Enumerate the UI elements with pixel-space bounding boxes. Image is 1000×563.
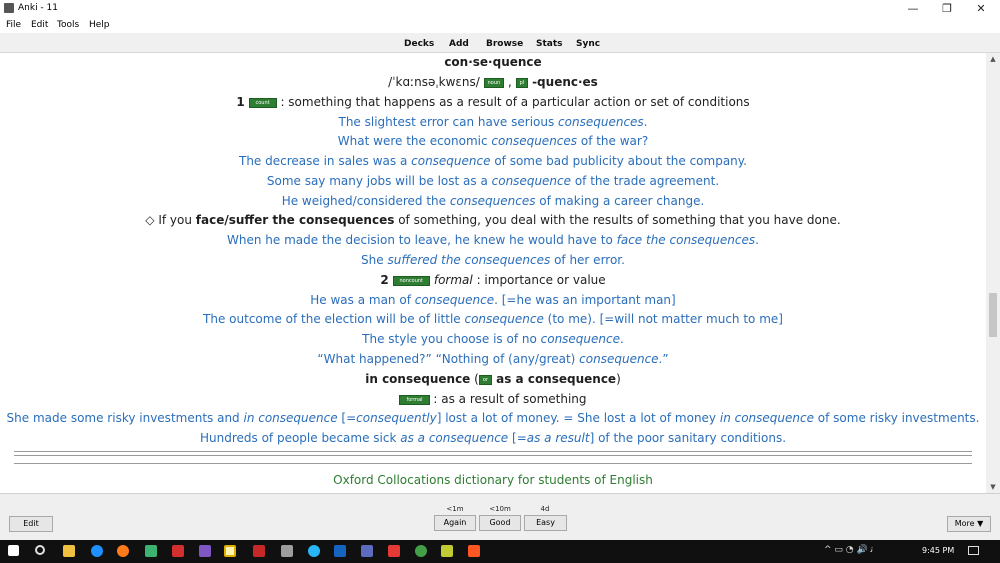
answer-bar: Edit <1m Again <10m Good 4d Easy More ▼ <box>0 493 1000 540</box>
example: What were the economic consequences of t… <box>337 134 649 148</box>
main-toolbar: Decks Add Browse Stats Sync <box>0 33 1000 53</box>
good-button[interactable]: Good <box>479 515 521 531</box>
phrase-definition: formal : as a result of something <box>0 392 986 406</box>
example: The outcome of the election will be of l… <box>203 312 783 326</box>
interval-again: <1m <box>446 505 464 513</box>
vertical-scrollbar[interactable]: ▲ ▼ <box>986 53 1000 493</box>
example: The decrease in sales was a consequence … <box>238 154 747 168</box>
divider <box>14 455 972 456</box>
card-content: con·se·quence /ˈkɑːnsəˌkwɛns/ noun , pl … <box>0 53 986 493</box>
example: She suffered the consequences of her err… <box>361 253 625 267</box>
interval-good: <10m <box>489 505 511 513</box>
windows-start-icon[interactable] <box>8 545 19 556</box>
phrase-heading: in consequence (or as a consequence) <box>365 372 621 386</box>
menu-bar: File Edit Tools Help <box>0 17 1000 33</box>
app-icon[interactable] <box>145 545 157 557</box>
notes-icon[interactable] <box>441 545 453 557</box>
file-explorer-icon[interactable] <box>63 545 75 557</box>
example: The style you choose is of no consequenc… <box>362 332 624 346</box>
windows-taskbar: ^ ▭ ◔ 🔊 ﺗ 9:45 PM <box>0 540 1000 563</box>
teams-icon[interactable] <box>361 545 373 557</box>
chrome-icon[interactable] <box>415 545 427 557</box>
toolbar-stats[interactable]: Stats <box>536 39 563 49</box>
taskbar-clock[interactable]: 9:45 PM <box>922 546 954 555</box>
more-button[interactable]: More ▼ <box>947 516 991 532</box>
pronunciation-line: /ˈkɑːnsəˌkwɛns/ noun , pl -quenc·es <box>388 75 598 89</box>
toolbar-browse[interactable]: Browse <box>486 39 523 49</box>
anki-taskbar-icon[interactable] <box>281 545 293 557</box>
restore-button[interactable]: ❐ <box>930 0 964 17</box>
toolbar-sync[interactable]: Sync <box>576 39 600 49</box>
word-icon[interactable] <box>334 545 346 557</box>
edge-icon[interactable] <box>91 545 103 557</box>
scrollbar-thumb[interactable] <box>989 293 997 337</box>
easy-button[interactable]: Easy <box>524 515 567 531</box>
app-icon[interactable] <box>224 545 236 557</box>
app-icon[interactable] <box>388 545 400 557</box>
example: Hundreds of people became sick as a cons… <box>199 431 787 445</box>
or-tag: or <box>478 374 492 385</box>
example: The slightest error can have serious con… <box>338 115 648 129</box>
again-button[interactable]: Again <box>434 515 476 531</box>
headword: con·se·quence <box>444 55 542 69</box>
menu-help[interactable]: Help <box>89 20 110 30</box>
system-tray[interactable]: ^ ▭ ◔ 🔊 ﺗ <box>824 545 873 555</box>
menu-edit[interactable]: Edit <box>31 20 48 30</box>
example: He weighed/considered the consequences o… <box>281 194 705 208</box>
example: He was a man of consequence. [=he was an… <box>310 293 676 307</box>
toolbar-decks[interactable]: Decks <box>404 39 434 49</box>
divider <box>14 463 972 464</box>
close-button[interactable]: ✕ <box>964 0 998 17</box>
sense-1: 1 count : something that happens as a re… <box>236 95 750 109</box>
firefox-icon[interactable] <box>117 545 129 557</box>
example: When he made the decision to leave, he k… <box>227 233 759 247</box>
window-title: Anki - 11 <box>18 3 58 13</box>
pdf-reader-icon[interactable] <box>172 545 184 557</box>
app-icon[interactable] <box>253 545 265 557</box>
scroll-up-icon[interactable]: ▲ <box>986 53 1000 65</box>
edit-button[interactable]: Edit <box>9 516 53 532</box>
scroll-down-icon[interactable]: ▼ <box>986 481 1000 493</box>
divider <box>14 451 972 452</box>
pos-tag: noun <box>483 77 505 88</box>
toolbar-add[interactable]: Add <box>449 39 469 49</box>
example: “What happened?” “Nothing of (any/great)… <box>317 352 669 366</box>
formal-tag: formal <box>399 394 430 405</box>
minimize-button[interactable]: — <box>896 0 930 17</box>
notification-icon[interactable] <box>968 546 979 555</box>
app-icon[interactable] <box>199 545 211 557</box>
menu-file[interactable]: File <box>6 20 21 30</box>
app-icon[interactable] <box>468 545 480 557</box>
noncount-tag: noncount <box>392 275 431 286</box>
sense-2: 2 noncount formal : importance or value <box>380 273 606 287</box>
telegram-icon[interactable] <box>308 545 320 557</box>
example: She made some risky investments and in c… <box>6 411 980 425</box>
title-bar: Anki - 11 — ❐ ✕ <box>0 0 1000 17</box>
interval-easy: 4d <box>540 505 550 513</box>
count-tag: count <box>248 97 277 108</box>
menu-tools[interactable]: Tools <box>57 20 79 30</box>
idiom-definition: ◇ If you face/suffer the consequences of… <box>145 213 841 227</box>
example: Some say many jobs will be lost as a con… <box>266 174 720 188</box>
anki-app-icon <box>4 3 14 13</box>
plural-tag: pl <box>515 77 529 88</box>
search-icon[interactable] <box>35 545 45 555</box>
source-footer: Oxford Collocations dictionary for stude… <box>333 473 653 487</box>
